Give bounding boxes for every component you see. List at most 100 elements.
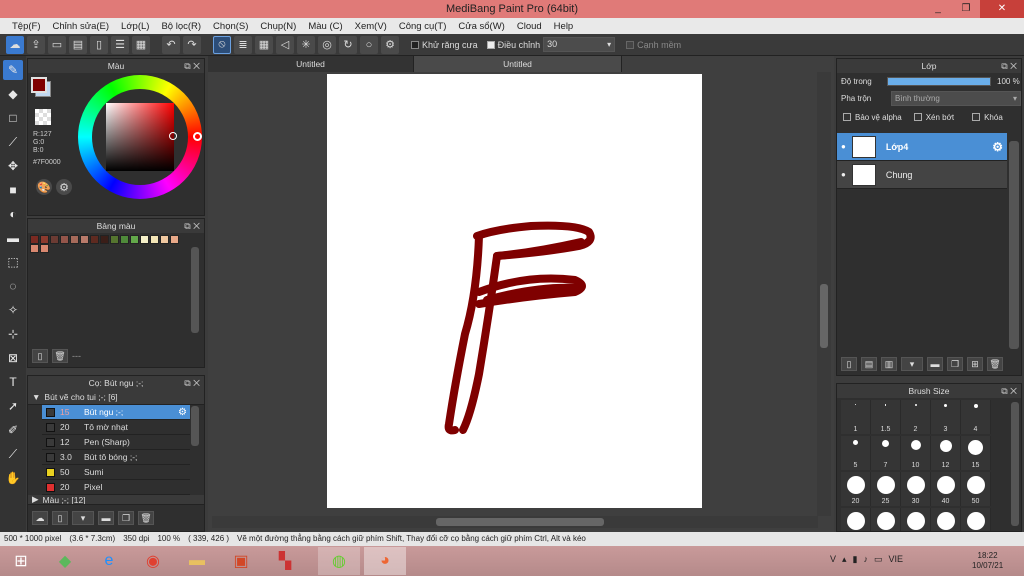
- select-pen-icon[interactable]: ⊹: [3, 324, 23, 344]
- lasso-tool-icon[interactable]: ◌: [3, 276, 23, 296]
- brush-size-cell[interactable]: 2: [901, 400, 931, 434]
- brush-tool-icon[interactable]: ✎: [3, 60, 23, 80]
- palette-swatch[interactable]: [100, 235, 109, 244]
- app-green-icon[interactable]: ◍: [318, 547, 360, 575]
- layer-folder-icon[interactable]: ▬: [927, 357, 943, 371]
- transparent-color-swatch[interactable]: [35, 109, 51, 125]
- divide-tool-icon[interactable]: ✐: [3, 420, 23, 440]
- ellipse-snap-icon[interactable]: ○: [360, 35, 378, 54]
- menu-file[interactable]: Tệp(F): [6, 21, 47, 32]
- text-tool-icon[interactable]: T: [3, 372, 23, 392]
- clock[interactable]: 18:22 10/07/21: [972, 551, 1003, 571]
- visibility-icon[interactable]: ●: [841, 170, 846, 179]
- comment-icon[interactable]: ▭: [48, 35, 66, 54]
- brush-download-icon[interactable]: ☁: [32, 511, 48, 525]
- brush-group-header[interactable]: ▼ Bút vẽ cho tui ;-; [6]: [28, 390, 204, 405]
- soft-edge-checkbox[interactable]: Cạnh mềm: [626, 40, 681, 50]
- list-icon[interactable]: ☰: [111, 35, 129, 54]
- palette-swatch[interactable]: [60, 235, 69, 244]
- palette-swatch[interactable]: [70, 235, 79, 244]
- brush-page-icon[interactable]: ▯: [52, 511, 68, 525]
- new-halftone-layer-icon[interactable]: ▤: [861, 357, 877, 371]
- select-eraser-icon[interactable]: ⊠: [3, 348, 23, 368]
- palette-swatch[interactable]: [30, 244, 39, 253]
- move-tool-icon[interactable]: ✥: [3, 156, 23, 176]
- brush-size-cell[interactable]: 12: [931, 436, 961, 470]
- panel-close-icon[interactable]: ⧉ ✕: [184, 376, 200, 390]
- checkbox-icon[interactable]: [972, 113, 981, 121]
- app-icon[interactable]: ▚: [264, 547, 306, 575]
- menu-cloud[interactable]: Cloud: [511, 21, 548, 32]
- brush-scrollbar[interactable]: [191, 406, 199, 446]
- delete-icon[interactable]: 🗑: [52, 349, 68, 363]
- language-indicator[interactable]: VIE: [889, 554, 904, 565]
- duplicate-layer-icon[interactable]: ❐: [947, 357, 963, 371]
- add-layer-menu-icon[interactable]: ▾: [901, 357, 923, 371]
- grid-snap-icon[interactable]: ▦: [255, 35, 273, 54]
- maximize-button[interactable]: ❐: [952, 0, 980, 18]
- palette-swatch[interactable]: [90, 235, 99, 244]
- antivirus-icon[interactable]: V: [830, 554, 836, 565]
- brush-add-icon[interactable]: ▾: [72, 511, 94, 525]
- volume-icon[interactable]: ♪: [864, 554, 869, 565]
- message-icon[interactable]: ▤: [69, 35, 87, 54]
- curve-snap-icon[interactable]: ↻: [339, 35, 357, 54]
- merge-layer-icon[interactable]: ⊞: [967, 357, 983, 371]
- brush-delete-icon[interactable]: 🗑: [138, 511, 154, 525]
- brush-row[interactable]: 12 Pen (Sharp): [42, 435, 190, 450]
- brush-size-cell[interactable]: [931, 508, 961, 531]
- antialias-checkbox[interactable]: Khử răng cưa: [411, 40, 478, 50]
- undo-icon[interactable]: ↶: [162, 35, 180, 54]
- horizontal-scroll-thumb[interactable]: [436, 518, 604, 526]
- tab-untitled-2[interactable]: Untitled: [414, 56, 622, 72]
- palette-scrollbar[interactable]: [191, 247, 199, 333]
- rectangle-tool-icon[interactable]: □: [3, 108, 23, 128]
- menu-window[interactable]: Cửa sổ(W): [452, 21, 510, 32]
- minimize-button[interactable]: _: [924, 0, 952, 18]
- add-page-icon[interactable]: ▯: [32, 349, 48, 363]
- network-icon[interactable]: ▮: [853, 554, 858, 565]
- brush-size-cell[interactable]: 30: [901, 472, 931, 506]
- chrome-icon[interactable]: ◉: [132, 547, 174, 575]
- battery-icon[interactable]: ▭: [874, 554, 883, 565]
- palette-swatch[interactable]: [150, 235, 159, 244]
- share-icon[interactable]: ⇪: [27, 35, 45, 54]
- layer-row-lop4[interactable]: ● Lớp4 ⚙: [837, 133, 1007, 161]
- page-icon[interactable]: ▯: [90, 35, 108, 54]
- operation-tool-icon[interactable]: ➚: [3, 396, 23, 416]
- visibility-icon[interactable]: ●: [841, 142, 846, 151]
- brush-size-cell[interactable]: 4: [961, 400, 991, 434]
- redo-icon[interactable]: ↷: [183, 35, 201, 54]
- brush-size-cell[interactable]: 40: [931, 472, 961, 506]
- file-explorer-icon[interactable]: ▬: [176, 547, 218, 575]
- new-layer-icon[interactable]: ▯: [841, 357, 857, 371]
- brush-size-cell[interactable]: [871, 508, 901, 531]
- menu-filter[interactable]: Bộ lọc(R): [155, 21, 207, 32]
- panel-close-icon[interactable]: ⧉ ✕: [184, 219, 200, 233]
- brush-settings-icon[interactable]: ⚙: [178, 407, 187, 418]
- menu-select[interactable]: Chọn(S): [207, 21, 254, 32]
- palette-swatch[interactable]: [140, 235, 149, 244]
- powerpoint-icon[interactable]: ▣: [220, 547, 262, 575]
- palette-swatch[interactable]: [50, 235, 59, 244]
- menu-tools[interactable]: Công cụ(T): [393, 21, 453, 32]
- document-canvas[interactable]: [327, 74, 702, 508]
- brush-group-next[interactable]: ▶ Màu ;-; [12]: [28, 495, 204, 505]
- bucket-tool-icon[interactable]: ◐: [3, 204, 23, 224]
- layer-scrollbar[interactable]: [1009, 141, 1019, 349]
- palette-swatch[interactable]: [130, 235, 139, 244]
- palette-icon[interactable]: 🎨: [36, 179, 52, 195]
- parallel-snap-icon[interactable]: ≣: [234, 35, 252, 54]
- eraser-tool-icon[interactable]: ◆: [3, 84, 23, 104]
- radial-snap-icon[interactable]: ◁: [276, 35, 294, 54]
- primary-color-swatch[interactable]: [31, 77, 47, 93]
- vertical-scrollbar[interactable]: [817, 72, 831, 516]
- brush-size-cell[interactable]: [961, 508, 991, 531]
- select-tool-icon[interactable]: ⬚: [3, 252, 23, 272]
- checkbox-icon[interactable]: [486, 40, 495, 49]
- magic-wand-icon[interactable]: ✧: [3, 300, 23, 320]
- gradient-tool-icon[interactable]: ▬: [3, 228, 23, 248]
- panel-close-icon[interactable]: ⧉ ✕: [184, 59, 200, 73]
- palette-swatch[interactable]: [80, 235, 89, 244]
- palette-swatch[interactable]: [120, 235, 129, 244]
